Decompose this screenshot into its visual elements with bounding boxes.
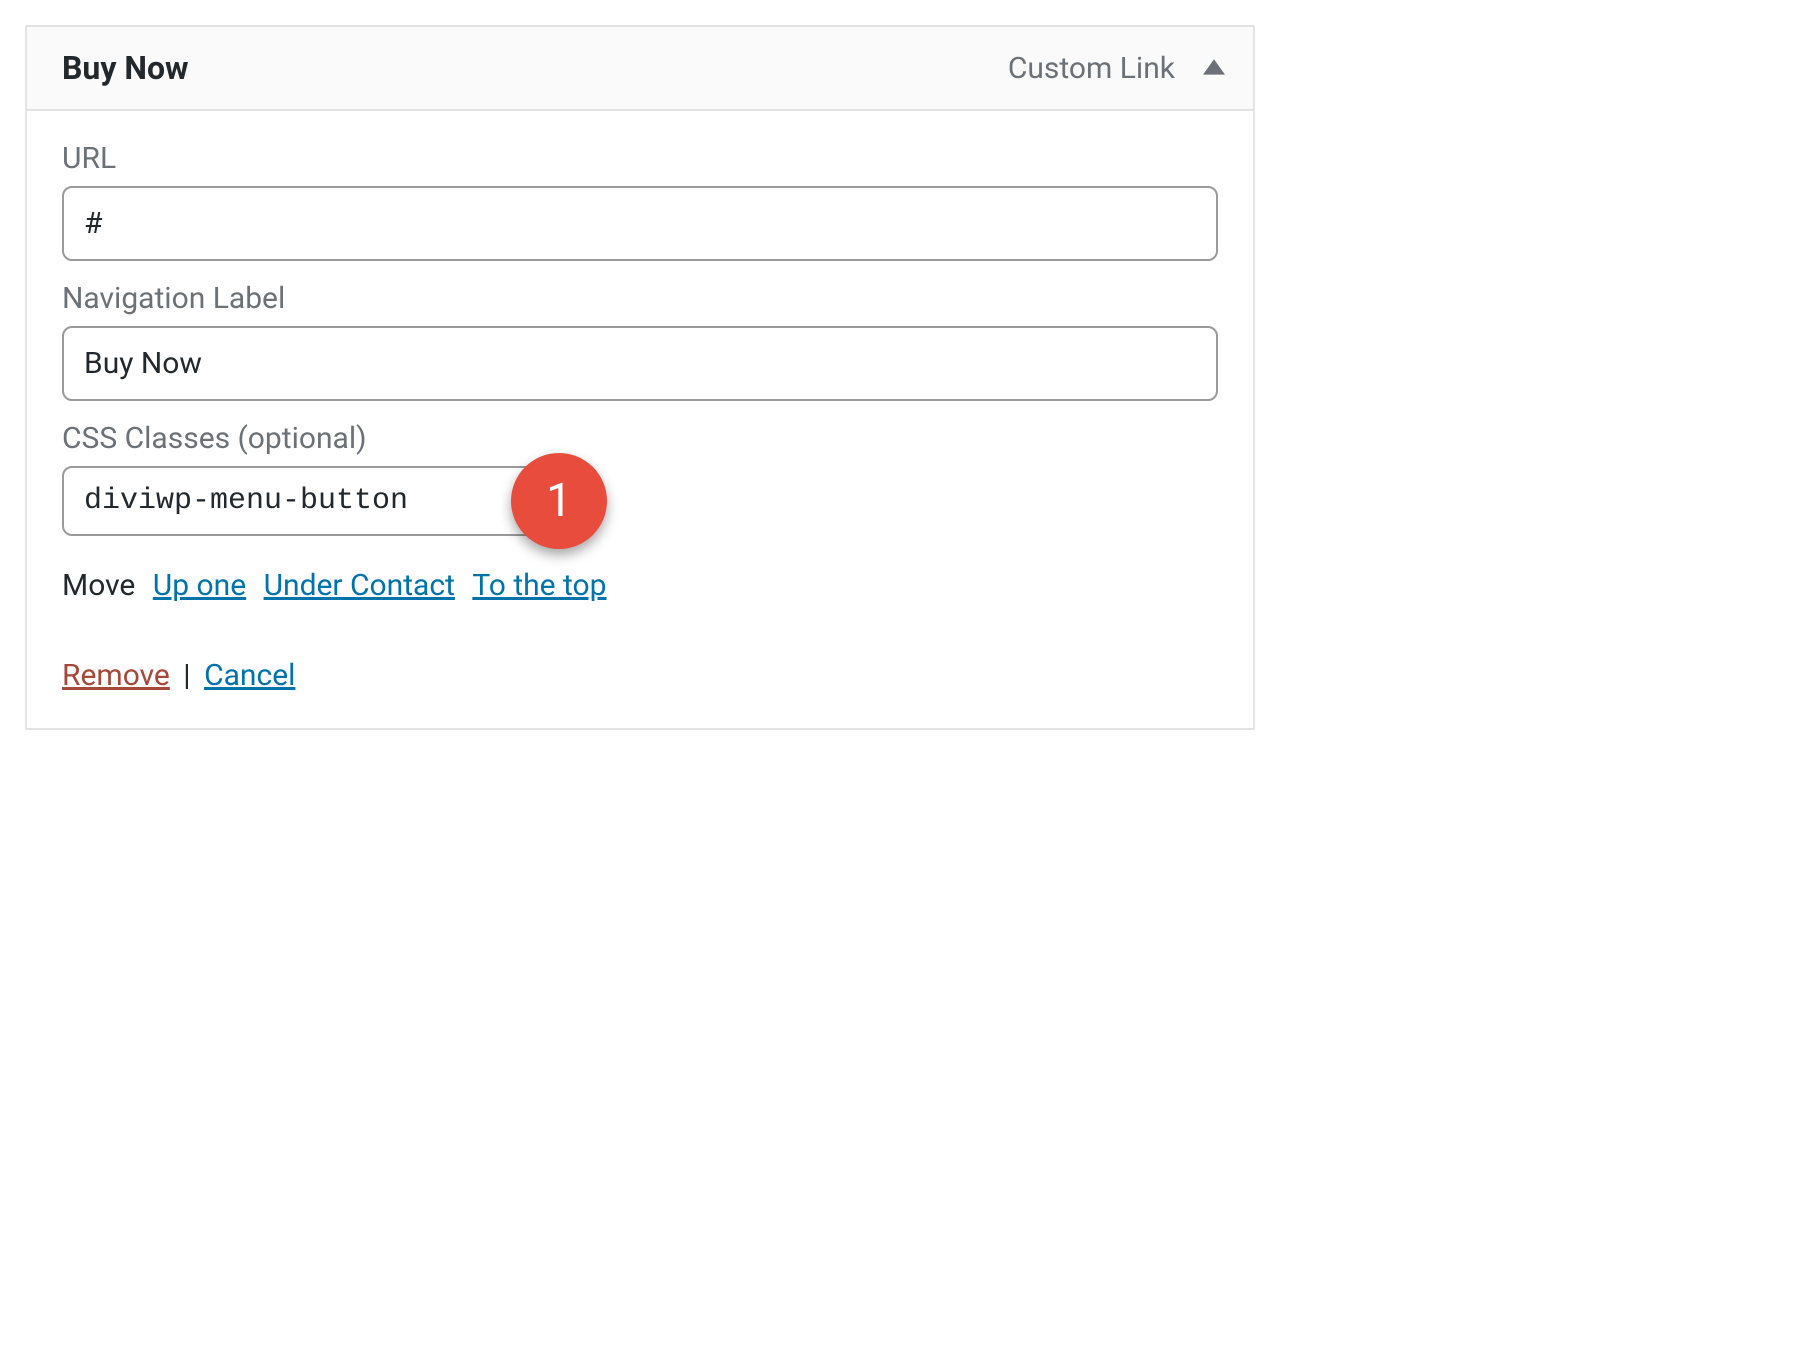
move-label: Move: [62, 568, 135, 603]
cancel-link[interactable]: Cancel: [204, 658, 295, 693]
url-label: URL: [62, 141, 1218, 176]
menu-item-title: Buy Now: [62, 49, 189, 87]
move-row: Move Up one Under Contact To the top: [62, 568, 1218, 603]
remove-link[interactable]: Remove: [62, 658, 170, 693]
url-field: URL: [62, 141, 1218, 261]
css-classes-label: CSS Classes (optional): [62, 421, 1218, 456]
url-input[interactable]: [62, 186, 1218, 261]
move-up-one-link[interactable]: Up one: [153, 568, 246, 603]
remove-cancel-row: Remove | Cancel: [62, 658, 1218, 693]
navigation-label-label: Navigation Label: [62, 281, 1218, 316]
move-under-contact-link[interactable]: Under Contact: [264, 568, 455, 603]
menu-item-panel: Buy Now Custom Link URL Navigation Label…: [25, 25, 1255, 730]
menu-item-header-right: Custom Link: [1008, 51, 1225, 86]
menu-item-settings: URL Navigation Label CSS Classes (option…: [27, 111, 1253, 728]
css-classes-field: CSS Classes (optional) 1: [62, 421, 1218, 536]
navigation-label-input[interactable]: [62, 326, 1218, 401]
separator: |: [183, 658, 190, 693]
collapse-arrow-icon[interactable]: [1203, 57, 1225, 79]
navigation-label-field: Navigation Label: [62, 281, 1218, 401]
menu-item-header[interactable]: Buy Now Custom Link: [27, 27, 1253, 111]
move-to-top-link[interactable]: To the top: [472, 568, 606, 603]
menu-item-type-label: Custom Link: [1008, 51, 1175, 86]
annotation-badge-1: 1: [511, 453, 607, 549]
css-classes-input[interactable]: [62, 466, 552, 536]
